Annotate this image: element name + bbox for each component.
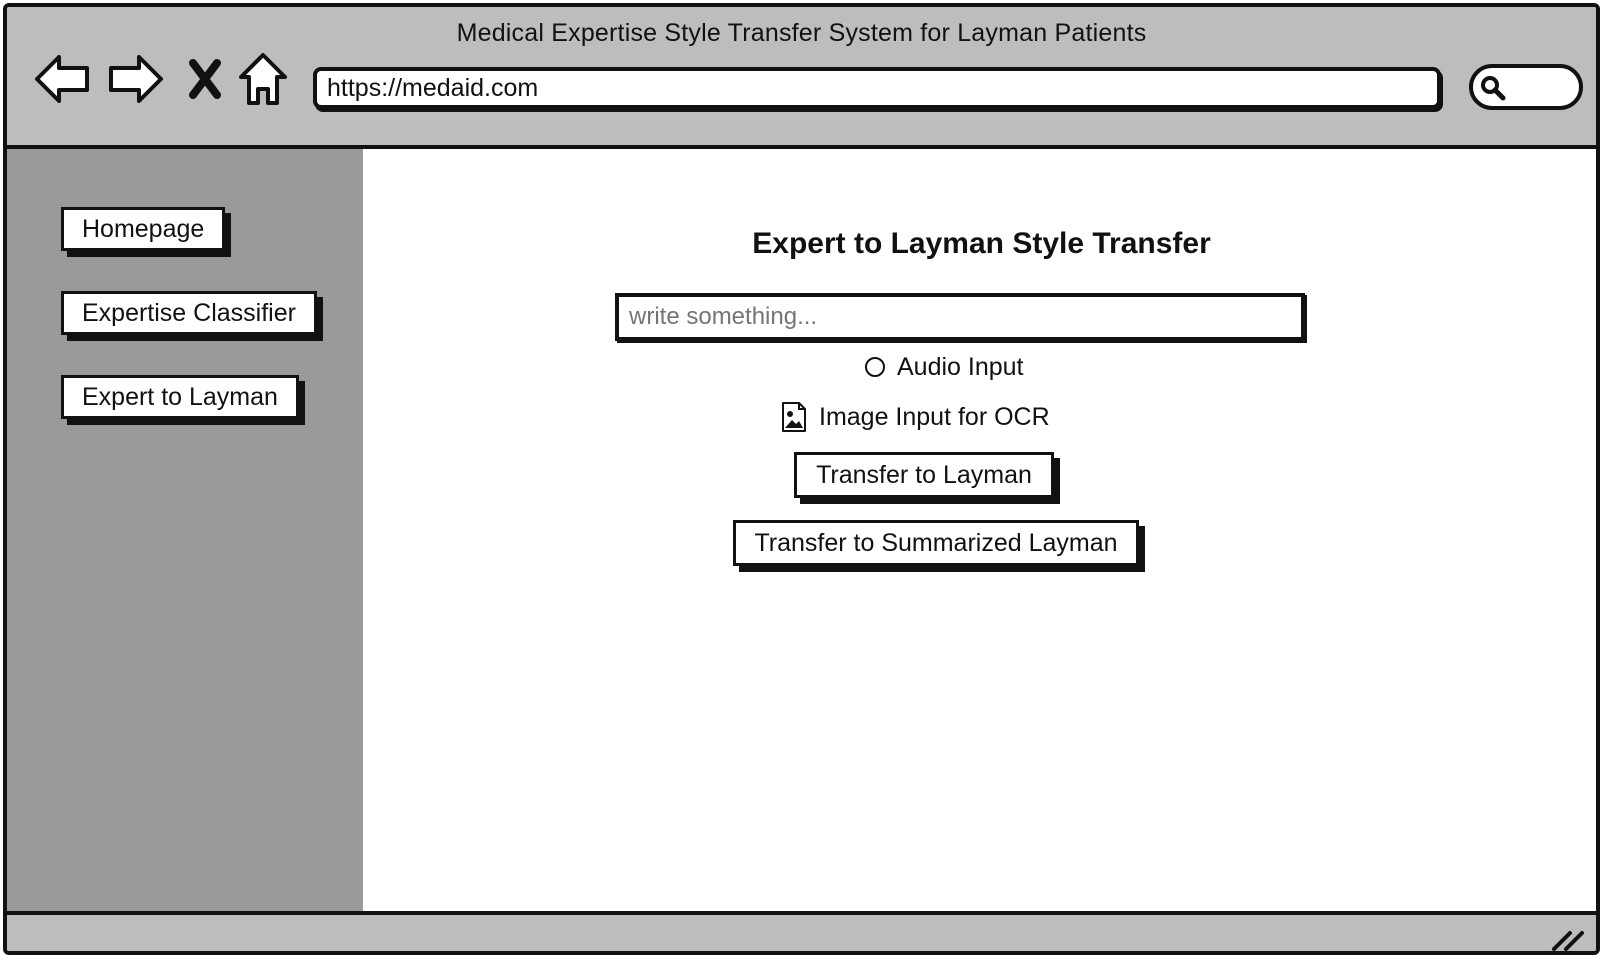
transfer-to-layman-button[interactable]: Transfer to Layman [794, 452, 1054, 498]
url-bar[interactable]: https://medaid.com [313, 67, 1441, 109]
sidebar-item-expert-to-layman[interactable]: Expert to Layman [61, 375, 299, 419]
home-icon[interactable] [237, 49, 289, 109]
sidebar-item-expertise-classifier[interactable]: Expertise Classifier [61, 291, 317, 335]
close-icon[interactable] [185, 49, 225, 109]
search-icon [1481, 76, 1506, 101]
resize-grip-icon[interactable] [1550, 927, 1586, 953]
back-arrow-icon[interactable] [33, 49, 93, 109]
page-title: Expert to Layman Style Transfer [752, 227, 1211, 260]
audio-input-radio[interactable] [865, 357, 885, 377]
sidebar-item-homepage[interactable]: Homepage [61, 207, 226, 251]
image-file-icon[interactable] [781, 401, 807, 433]
browser-toolbar: Medical Expertise Style Transfer System … [7, 7, 1596, 149]
forward-arrow-icon[interactable] [105, 49, 165, 109]
transfer-to-summarized-layman-button[interactable]: Transfer to Summarized Layman [733, 520, 1139, 566]
audio-input-label: Audio Input [897, 352, 1024, 381]
browser-window: Medical Expertise Style Transfer System … [3, 3, 1600, 955]
main-content: Expert to Layman Style Transfer Audio In… [363, 149, 1596, 911]
status-bar [7, 911, 1596, 953]
audio-input-option[interactable]: Audio Input [865, 351, 1024, 383]
sidebar: Homepage Expertise Classifier Expert to … [7, 149, 363, 911]
search-box[interactable] [1469, 64, 1583, 110]
window-title: Medical Expertise Style Transfer System … [456, 19, 1147, 47]
image-input-option[interactable]: Image Input for OCR [781, 399, 1050, 435]
image-input-label: Image Input for OCR [819, 402, 1050, 431]
text-input[interactable] [615, 293, 1305, 341]
